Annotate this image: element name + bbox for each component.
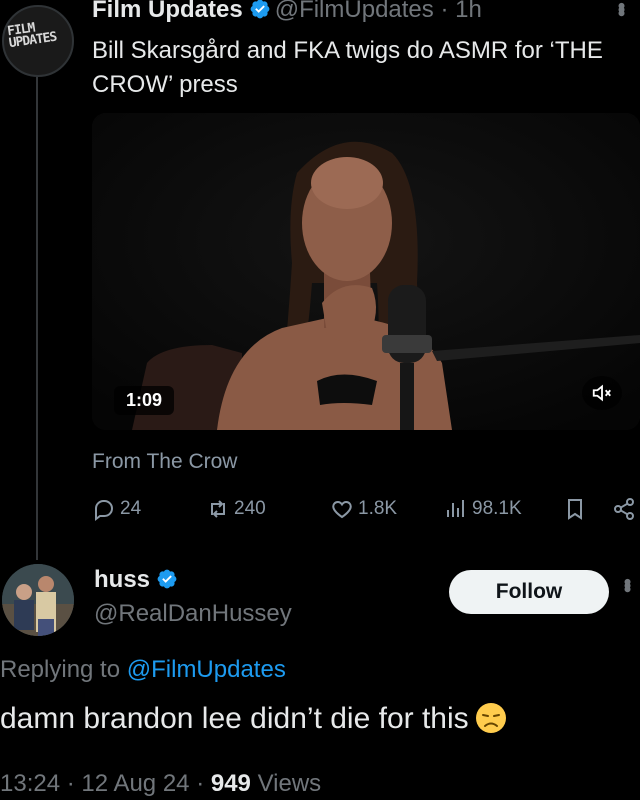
reply-button[interactable]: 24: [92, 497, 141, 521]
bookmark-button[interactable]: [563, 497, 587, 521]
volume-muted-icon: [592, 384, 611, 402]
views-count: 98.1K: [472, 498, 522, 519]
reply-text: damn brandon lee didn’t die for this: [0, 702, 507, 736]
author-handle[interactable]: @FilmUpdates: [275, 0, 434, 23]
reply-date[interactable]: 12 Aug 24: [81, 770, 189, 797]
disappointed-face-icon: [475, 703, 506, 733]
replying-to-link[interactable]: @FilmUpdates: [127, 656, 286, 683]
verified-badge-icon: [250, 0, 270, 19]
reply-views-count: 949: [210, 770, 251, 797]
repost-icon: [211, 500, 225, 518]
reply-text-content: damn brandon lee didn’t die for this: [0, 702, 469, 735]
reply-author-name-text: huss: [94, 566, 151, 593]
reply-views-label: Views: [257, 770, 322, 797]
avatar-logo: FILM UPDATES: [6, 20, 58, 52]
thread-line: [36, 72, 38, 560]
video-source-label[interactable]: From The Crow: [92, 450, 237, 474]
author-name[interactable]: Film Updates: [92, 0, 243, 23]
more-options-icon[interactable]: •••: [608, 2, 634, 13]
reply-avatar[interactable]: [2, 564, 74, 636]
reply-icon: [95, 500, 114, 521]
views-button[interactable]: 98.1K: [444, 497, 522, 521]
verified-badge-icon: [157, 569, 177, 589]
share-icon: [614, 498, 634, 520]
share-button[interactable]: [612, 497, 636, 521]
video-frame: [92, 113, 640, 430]
reply-author-name[interactable]: huss: [94, 566, 182, 594]
like-button[interactable]: 1.8K: [330, 497, 397, 521]
mute-button[interactable]: [582, 376, 622, 410]
replying-to: Replying to @FilmUpdates: [0, 656, 286, 684]
separator: ·: [196, 770, 205, 797]
video-player[interactable]: [92, 113, 640, 430]
repost-button[interactable]: 240: [206, 497, 266, 521]
heart-icon: [332, 500, 352, 519]
reply-time[interactable]: 13:24: [0, 770, 60, 797]
avatar-photo: [2, 564, 74, 636]
like-count: 1.8K: [358, 498, 398, 519]
reply-author-handle[interactable]: @RealDanHussey: [94, 600, 292, 628]
replying-prefix: Replying to: [0, 656, 121, 683]
avatar[interactable]: FILM UPDATES: [2, 5, 74, 77]
timestamp[interactable]: 1h: [455, 0, 482, 23]
follow-button[interactable]: Follow: [449, 570, 609, 614]
more-options-icon[interactable]: •••: [614, 578, 640, 589]
avatar-logo-line2: UPDATES: [7, 29, 58, 52]
separator: ·: [66, 770, 75, 797]
reply-meta: 13:24 · 12 Aug 24 · 949 Views: [0, 770, 321, 798]
video-duration: 1:09: [114, 386, 175, 415]
reply-count: 24: [120, 498, 142, 519]
tweet-text: Bill Skarsgård and FKA twigs do ASMR for…: [92, 37, 603, 98]
tweet-header: Film Updates @FilmUpdates · 1h: [92, 0, 482, 24]
repost-count: 240: [234, 498, 266, 519]
bookmark-icon: [568, 499, 582, 520]
analytics-icon: [447, 500, 464, 517]
separator: ·: [440, 0, 449, 23]
